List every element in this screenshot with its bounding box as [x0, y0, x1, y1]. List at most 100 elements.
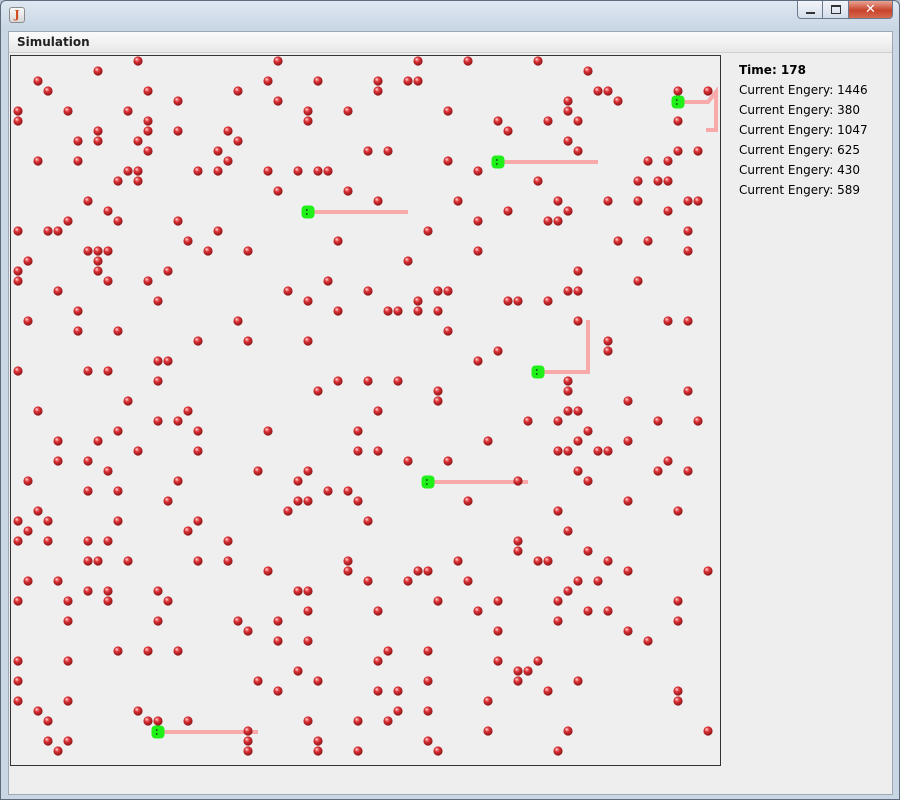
food-highlight [385, 718, 388, 721]
agent-1 [671, 95, 685, 109]
food-dot [63, 696, 73, 706]
food-dot [313, 746, 323, 756]
food-dot-icon [163, 596, 173, 606]
food-dot-icon [123, 396, 133, 406]
food-highlight [375, 688, 378, 691]
food-dot-icon [63, 696, 73, 706]
simulation-canvas[interactable] [10, 55, 721, 766]
food-dot [293, 666, 303, 676]
food-dot [123, 166, 133, 176]
food-highlight [475, 358, 478, 361]
food-highlight [15, 268, 18, 271]
food-highlight [665, 458, 668, 461]
food-dot-icon [383, 306, 393, 316]
food-dot [333, 306, 343, 316]
food-dot [573, 436, 583, 446]
food-highlight [565, 528, 568, 531]
food-highlight [355, 748, 358, 751]
food-highlight [335, 308, 338, 311]
food-highlight [15, 518, 18, 521]
food-highlight [315, 748, 318, 751]
food-dot-icon [683, 386, 693, 396]
food-dot [683, 226, 693, 236]
food-dot [513, 296, 523, 306]
food-dot [233, 616, 243, 626]
food-dot [133, 446, 143, 456]
food-dot [673, 116, 683, 126]
food-dot-icon [583, 66, 593, 76]
food-highlight [575, 678, 578, 681]
food-highlight [435, 308, 438, 311]
food-highlight [575, 118, 578, 121]
food-highlight [525, 668, 528, 671]
food-highlight [365, 378, 368, 381]
food-dot [403, 256, 413, 266]
food-highlight [35, 708, 38, 711]
food-dot-icon [173, 126, 183, 136]
food-dot [483, 436, 493, 446]
food-highlight [65, 698, 68, 701]
java-app-icon[interactable]: J [9, 7, 25, 23]
food-dot-icon [563, 446, 573, 456]
minimize-icon [805, 11, 815, 14]
food-dot [603, 556, 613, 566]
food-dot-icon [613, 96, 623, 106]
food-highlight [565, 588, 568, 591]
food-dot-icon [423, 566, 433, 576]
food-highlight [445, 108, 448, 111]
food-dot-icon [13, 596, 23, 606]
close-button[interactable]: ✕ [849, 1, 893, 19]
food-highlight [195, 338, 198, 341]
food-dot [403, 76, 413, 86]
food-highlight [305, 608, 308, 611]
food-highlight [195, 168, 198, 171]
food-dot-icon [663, 156, 673, 166]
food-dot-icon [473, 166, 483, 176]
food-highlight [585, 548, 588, 551]
food-highlight [235, 88, 238, 91]
food-highlight [85, 588, 88, 591]
minimize-button[interactable] [797, 1, 823, 19]
food-highlight [645, 638, 648, 641]
food-dot [133, 56, 143, 66]
food-dot [473, 166, 483, 176]
food-dot-icon [183, 716, 193, 726]
food-dot-icon [423, 706, 433, 716]
food-highlight [495, 658, 498, 661]
food-dot-icon [243, 336, 253, 346]
food-dot-icon [603, 336, 613, 346]
food-dot-icon [373, 446, 383, 456]
food-dot [243, 246, 253, 256]
food-highlight [555, 448, 558, 451]
menu-simulation[interactable]: Simulation [17, 35, 90, 49]
food-dot [643, 156, 653, 166]
food-dot-icon [43, 716, 53, 726]
food-highlight [135, 448, 138, 451]
food-dot [373, 196, 383, 206]
food-dot-icon [13, 536, 23, 546]
food-highlight [125, 398, 128, 401]
food-dot [133, 136, 143, 146]
food-dot [683, 196, 693, 206]
food-dot-icon [623, 436, 633, 446]
food-dot-icon [113, 486, 123, 496]
food-dot [313, 166, 323, 176]
food-dot [683, 246, 693, 256]
app-window: J ✕ Simulation Time: 178 Current Engery:… [0, 0, 900, 800]
food-dot-icon [473, 606, 483, 616]
food-dot-icon [143, 126, 153, 136]
food-dot-icon [393, 376, 403, 386]
food-dot [373, 76, 383, 86]
food-dot-icon [443, 456, 453, 466]
maximize-button[interactable] [823, 1, 849, 19]
food-dot-icon [13, 656, 23, 666]
title-bar[interactable]: J ✕ [1, 1, 899, 29]
food-highlight [65, 218, 68, 221]
food-dot [513, 666, 523, 676]
food-dot [533, 56, 543, 66]
food-highlight [265, 78, 268, 81]
food-dot-icon [553, 616, 563, 626]
food-dot [63, 216, 73, 226]
food-dot [383, 306, 393, 316]
food-dot [553, 746, 563, 756]
